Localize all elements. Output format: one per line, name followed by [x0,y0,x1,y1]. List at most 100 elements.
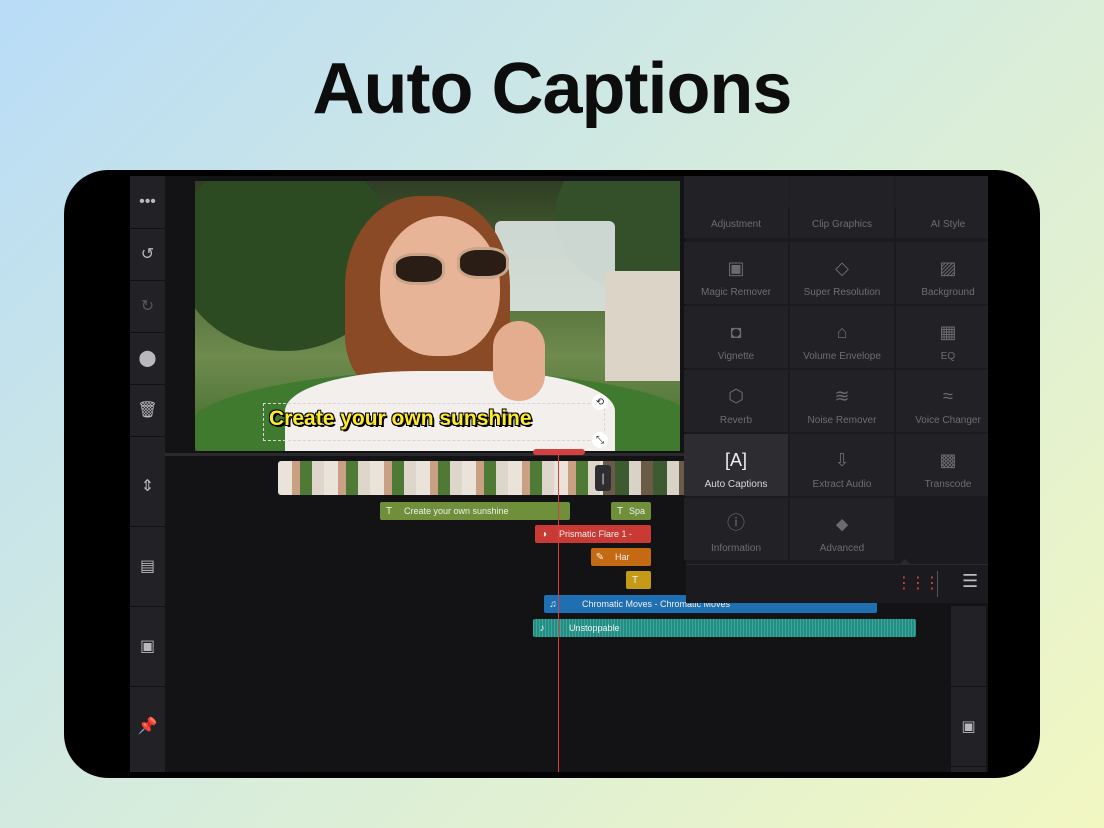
panel-item-label: Auto Captions [704,479,768,490]
text-clip-3[interactable]: T [626,571,651,589]
panel-item-reverb[interactable]: ⬡ Reverb [684,370,788,432]
tablet-device: ••• ↺ ↻ ⬤ 🗑 ⇕ ▤ ▣ 📌 Create your own suns… [64,170,1040,778]
preview-person-face [380,216,500,356]
panel-item-label: Voice Changer [915,415,981,426]
undo-icon[interactable]: ↺ [130,228,165,281]
effects-panel: ‹ Adjustment Clip Graphics AI Style ▣ Ma… [684,176,988,603]
effect-clip-2[interactable]: ✎ Har [591,548,651,566]
transcode-icon: ▩ [939,450,957,470]
clip-label: Spa [629,506,646,516]
rotate-handle-icon[interactable]: ⟲ [592,394,608,410]
audio-clip-2[interactable]: ♪ Unstoppable [533,619,916,637]
panel-item-label: Noise Remover [807,415,877,426]
redo-icon[interactable]: ↻ [130,280,165,333]
clip-trim-handle[interactable]: | [595,465,611,491]
video-preview[interactable]: Create your own sunshine ⟲ ⤡ [195,181,680,451]
hamburger-menu-icon[interactable]: ☰ [962,571,978,592]
panel-item-auto-captions[interactable]: [A] Auto Captions [684,434,788,496]
panel-item-label: Transcode [924,479,972,490]
preview-person-hand [493,321,545,401]
reverb-icon: ⬡ [728,386,744,406]
panel-item-super-resolution[interactable]: ◇ Super Resolution [790,242,894,304]
timeline-expand-icon[interactable]: ⇕ [130,446,165,527]
text-clip-2[interactable]: T Spa [611,502,651,520]
panel-item-advanced[interactable]: ⬥ Advanced [790,498,894,560]
panel-item-volume-envelope[interactable]: ⌂ Volume Envelope [790,306,894,368]
keyframe-icon[interactable]: ⬤ [130,332,165,385]
preview-building [605,271,680,381]
panel-item-information[interactable]: ⓘ Information [684,498,788,560]
panel-item-label: Super Resolution [803,287,881,298]
right-toolbar: ▣ [951,606,986,772]
panel-item-voice-changer[interactable]: ≈ Voice Changer [896,370,988,432]
super-resolution-icon: ◇ [835,258,849,278]
music-note-icon: ♪ [539,623,545,634]
panel-item-label: Reverb [719,415,753,426]
panel-item-transcode[interactable]: ▩ Transcode [896,434,988,496]
playhead[interactable] [558,451,559,772]
panel-item-noise-remover[interactable]: ≋ Noise Remover [790,370,894,432]
panel-item-label: Magic Remover [700,287,772,298]
toggle-icon[interactable] [951,606,986,687]
layer-toggle-icon[interactable]: ▣ [951,686,986,767]
split-icon[interactable]: ▣ [130,606,165,687]
clip-label: Create your own sunshine [404,506,509,516]
text-icon: T [385,506,393,517]
panel-item-extract-audio[interactable]: ⇩ Extract Audio [790,434,894,496]
panel-item-label: Extract Audio [812,479,872,490]
text-icon: T [616,506,624,517]
panel-item-clip-graphics[interactable]: Clip Graphics [790,176,894,238]
pin-icon[interactable]: 📌 [130,686,165,766]
panel-item-label: AI Style [930,219,966,230]
left-toolbar: ••• ↺ ↻ ⬤ 🗑 ⇕ ▤ ▣ 📌 [130,176,165,772]
information-icon: ⓘ [727,513,745,533]
preview-sunglasses [457,247,509,279]
clip-label: Unstoppable [569,623,620,633]
caption-overlay-text[interactable]: Create your own sunshine [269,407,532,431]
panel-footer: ⋮⋮⋮ ☰ [686,564,988,603]
panel-item-ai-style[interactable]: AI Style [896,176,988,238]
panel-item-label: Adjustment [710,219,762,230]
panel-item-background[interactable]: ▨ Background [896,242,988,304]
preview-sunglasses [393,253,445,285]
text-icon: T [631,575,639,586]
eq-icon: ▦ [939,322,957,342]
panel-item-vignette[interactable]: ◘ Vignette [684,306,788,368]
vignette-icon: ◘ [730,322,742,342]
more-options-icon[interactable]: ••• [130,176,165,229]
magic-remover-icon: ▣ [727,258,745,278]
text-clip[interactable]: T Create your own sunshine [380,502,570,520]
resize-handle-icon[interactable]: ⤡ [592,432,608,448]
extract-audio-icon: ⇩ [834,450,850,470]
panel-item-label: EQ [940,351,956,362]
panel-item-adjustment[interactable]: Adjustment [684,176,788,238]
panel-item-eq[interactable]: ▦ EQ [896,306,988,368]
voice-changer-icon: ≈ [943,386,953,406]
panel-item-magic-remover[interactable]: ▣ Magic Remover [684,242,788,304]
effect-icon: ◑ [540,529,548,540]
grid-dots-icon[interactable]: ⋮⋮⋮ [896,573,940,593]
volume-envelope-icon: ⌂ [836,322,848,342]
auto-captions-icon: [A] [724,450,747,470]
clip-label: Prismatic Flare 1 - [559,529,633,539]
noise-remover-icon: ≋ [834,386,850,406]
panel-item-label: Clip Graphics [811,219,873,230]
music-icon: ♫ [549,599,557,610]
panel-item-label: Advanced [819,543,865,554]
preview-sky [495,221,615,311]
app-screen: ••• ↺ ↻ ⬤ 🗑 ⇕ ▤ ▣ 📌 Create your own suns… [130,176,988,772]
clip-label: Har [615,552,630,562]
advanced-icon: ⬥ [835,514,849,534]
panel-item-label: Volume Envelope [803,351,881,362]
panel-item-label: Vignette [717,351,755,362]
panel-item-label: Background [921,287,975,298]
panel-item-label: Information [710,543,762,554]
delete-icon[interactable]: 🗑 [130,384,165,437]
headline: Auto Captions [312,49,793,129]
layer-icon[interactable]: ▤ [130,526,165,607]
effect-clip[interactable]: ◑ Prismatic Flare 1 - [535,525,651,543]
brush-icon: ✎ [595,552,605,563]
playhead-marker[interactable] [533,449,585,455]
background-icon: ▨ [939,258,957,278]
footer-divider [937,571,938,597]
